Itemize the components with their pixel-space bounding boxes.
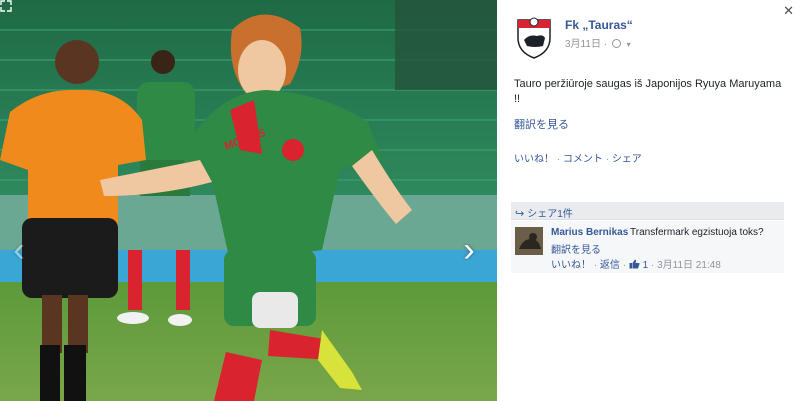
page-logo[interactable] bbox=[515, 16, 553, 60]
chevron-left-icon[interactable]: ‹ bbox=[8, 230, 30, 270]
photo-viewer: MOXIES ‹ › ✕ Fk „Tauras“ 3月11日 · ▾ Tauro… bbox=[0, 0, 800, 401]
share-count-bar[interactable]: ↪ シェア1件 bbox=[511, 202, 784, 220]
meta-separator: · bbox=[603, 39, 608, 50]
comment-text: Transfermark egzistuoja toks? bbox=[630, 227, 764, 238]
close-icon[interactable]: ✕ bbox=[783, 3, 794, 19]
post-text: Tauro peržiūroje saugas iš Japonijos Ryu… bbox=[514, 78, 782, 105]
action-separator: · bbox=[605, 154, 610, 165]
comment-author[interactable]: Marius Bernikas bbox=[551, 227, 628, 238]
post-meta: 3月11日 · ▾ bbox=[565, 35, 631, 50]
post-panel: ✕ Fk „Tauras“ 3月11日 · ▾ Tauro peržiūroje… bbox=[497, 0, 800, 401]
page-name[interactable]: Fk „Tauras“ bbox=[565, 18, 633, 32]
comment-link[interactable]: コメント bbox=[563, 154, 603, 165]
photo-image: MOXIES bbox=[0, 0, 497, 401]
comment-actions: いいね！ · 返信 · 1 · 3月11日 21:48 bbox=[551, 256, 721, 271]
share-link[interactable]: シェア bbox=[612, 154, 642, 165]
share-count-label: シェア1件 bbox=[527, 209, 573, 220]
action-separator: · bbox=[556, 154, 561, 165]
chevron-down-icon[interactable]: ▾ bbox=[627, 40, 631, 49]
comment-reply-link[interactable]: 返信 bbox=[600, 260, 620, 271]
comment-like-link[interactable]: いいね！ bbox=[551, 260, 591, 271]
share-arrow-icon: ↪ bbox=[515, 208, 525, 220]
globe-icon[interactable] bbox=[611, 39, 621, 48]
post-date[interactable]: 3月11日 bbox=[565, 39, 601, 50]
comment-separator: · bbox=[593, 260, 598, 271]
photo: MOXIES ‹ › bbox=[0, 0, 497, 401]
comment-translate-link[interactable]: 翻訳を見る bbox=[551, 241, 601, 256]
like-link[interactable]: いいね！ bbox=[514, 154, 554, 165]
comment-separator: · bbox=[650, 260, 655, 271]
avatar[interactable] bbox=[515, 227, 543, 255]
comment-like-count[interactable]: 1 bbox=[643, 260, 649, 271]
comment-timestamp[interactable]: 3月11日 21:48 bbox=[657, 260, 721, 271]
expand-icon[interactable] bbox=[0, 0, 12, 12]
comment: Marius Bernikas Transfermark egzistuoja … bbox=[511, 221, 784, 273]
translate-link[interactable]: 翻訳を見る bbox=[514, 116, 569, 132]
comment-separator: · bbox=[622, 260, 627, 271]
thumbs-up-icon bbox=[629, 259, 640, 269]
post-actions: いいね！ · コメント · シェア bbox=[514, 150, 642, 165]
chevron-right-icon[interactable]: › bbox=[458, 230, 480, 270]
